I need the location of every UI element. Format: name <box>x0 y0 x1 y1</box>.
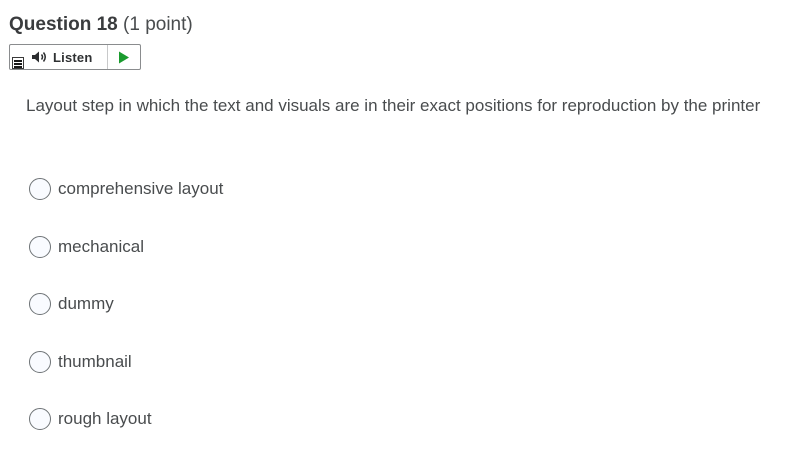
radio-button[interactable] <box>29 408 51 430</box>
listen-button[interactable]: Listen <box>29 45 107 69</box>
speaker-icon <box>32 51 46 63</box>
radio-button[interactable] <box>29 293 51 315</box>
question-header: Question 18 (1 point) <box>9 13 193 37</box>
answer-option[interactable]: comprehensive layout <box>29 176 223 202</box>
play-icon <box>119 51 129 63</box>
radio-button[interactable] <box>29 178 51 200</box>
answer-option[interactable]: thumbnail <box>29 349 223 375</box>
radio-button[interactable] <box>29 350 51 373</box>
option-label: thumbnail <box>58 351 132 371</box>
menu-icon[interactable] <box>12 57 24 69</box>
option-label: comprehensive layout <box>58 179 224 198</box>
option-label: mechanical <box>58 236 144 256</box>
option-label: dummy <box>58 294 114 313</box>
radio-button[interactable] <box>29 235 51 258</box>
answer-option[interactable]: dummy <box>29 291 223 317</box>
option-label: rough layout <box>58 409 152 428</box>
answer-option[interactable]: rough layout <box>29 406 223 432</box>
answer-options: comprehensive layout mechanical dummy th… <box>29 176 223 464</box>
listen-toolbar: Listen <box>9 44 141 70</box>
listen-label: Listen <box>53 49 93 65</box>
answer-option[interactable]: mechanical <box>29 234 223 260</box>
question-prompt: Layout step in which the text and visual… <box>26 96 761 115</box>
question-title: Question 18 <box>9 14 118 35</box>
question-points: (1 point) <box>123 14 193 35</box>
play-button[interactable] <box>108 45 140 69</box>
